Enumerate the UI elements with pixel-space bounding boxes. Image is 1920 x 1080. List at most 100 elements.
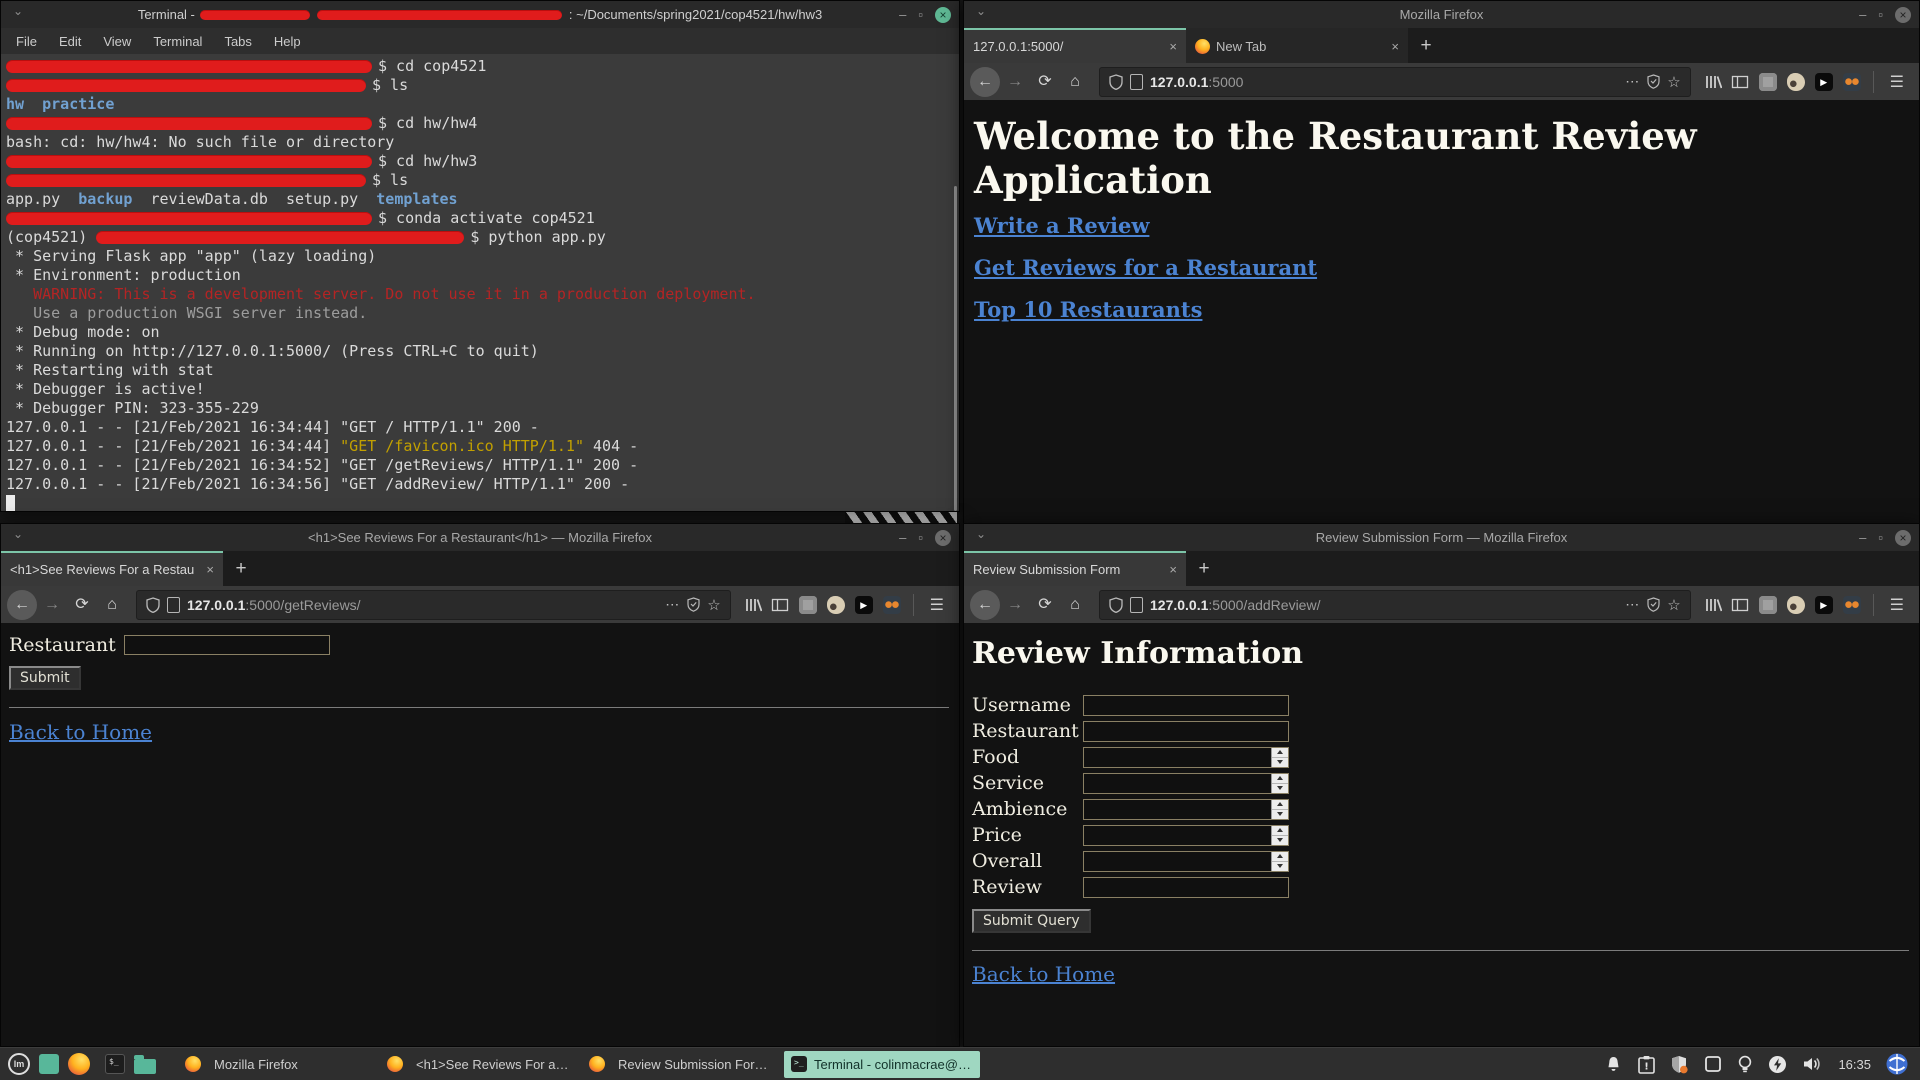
minimize-button[interactable]: – [899, 8, 906, 21]
field-input-food[interactable] [1083, 747, 1289, 768]
files-launcher[interactable] [134, 1059, 156, 1074]
reload-button[interactable]: ⟳ [67, 591, 97, 619]
minimize-button[interactable]: – [1859, 531, 1866, 544]
extension-play-icon[interactable]: ▶ [855, 596, 873, 614]
update-manager-icon[interactable]: ! [1638, 1055, 1655, 1074]
extension-goggles-icon[interactable] [1843, 73, 1861, 91]
restaurant-input[interactable] [124, 635, 330, 655]
close-button[interactable]: × [1895, 530, 1911, 546]
menu-item-edit[interactable]: Edit [48, 34, 92, 49]
forward-button[interactable]: → [1000, 591, 1030, 619]
sidebars-icon[interactable] [767, 597, 794, 613]
bookmark-star-icon[interactable]: ☆ [1667, 73, 1680, 91]
page-actions-icon[interactable]: ⋯ [1625, 596, 1640, 613]
extension-play-icon[interactable]: ▶ [1815, 73, 1833, 91]
url-bar[interactable]: 127.0.0.1:5000/addReview/ ⋯ ☆ [1099, 590, 1691, 620]
field-input-ambience[interactable] [1083, 799, 1289, 820]
write-review-link[interactable]: Write a Review [974, 214, 1149, 238]
reload-button[interactable]: ⟳ [1030, 591, 1060, 619]
brightness-bulb-icon[interactable] [1737, 1055, 1753, 1074]
spinner-up-icon[interactable] [1272, 852, 1288, 862]
tab-get-reviews[interactable]: <h1>See Reviews For a Restau × [1, 551, 223, 586]
field-input-username[interactable] [1083, 695, 1289, 716]
spinner-down-icon[interactable] [1272, 758, 1288, 767]
url-bar[interactable]: 127.0.0.1:5000/getReviews/ ⋯ ☆ [136, 590, 731, 620]
extension-screenshot-icon[interactable] [799, 596, 817, 614]
forward-button[interactable]: → [37, 591, 67, 619]
spinner-up-icon[interactable] [1272, 774, 1288, 784]
volume-icon[interactable] [1802, 1055, 1823, 1073]
field-input-overall[interactable] [1083, 851, 1289, 872]
permissions-shield-icon[interactable] [687, 597, 700, 612]
taskbar-window-terminal[interactable]: >_Terminal - colinmacrae@c... [784, 1051, 980, 1078]
tracking-protection-shield-icon[interactable] [146, 597, 160, 613]
taskbar-window-firefox[interactable]: <h1>See Reviews For a Re... [380, 1051, 576, 1078]
spinner-up-icon[interactable] [1272, 748, 1288, 758]
show-desktop-button[interactable] [39, 1054, 59, 1074]
firewall-shield-icon[interactable] [1670, 1055, 1689, 1074]
menu-button[interactable]: ☰ [1890, 72, 1904, 92]
mint-badge-icon[interactable] [1886, 1053, 1908, 1075]
maximize-button[interactable]: ▫ [918, 8, 923, 21]
home-button[interactable]: ⌂ [1060, 68, 1090, 96]
minimize-button[interactable]: – [899, 531, 906, 544]
terminal-scrollbar[interactable] [954, 186, 957, 511]
page-actions-icon[interactable]: ⋯ [1625, 73, 1640, 90]
menu-item-view[interactable]: View [92, 34, 142, 49]
taskbar-window-firefox[interactable]: Mozilla Firefox [178, 1051, 374, 1078]
extension-shoe-icon[interactable] [1787, 73, 1805, 91]
spinner-down-icon[interactable] [1272, 836, 1288, 845]
home-button[interactable]: ⌂ [97, 591, 127, 619]
tab-close-icon[interactable]: × [1169, 562, 1177, 577]
bookmark-star-icon[interactable]: ☆ [1667, 596, 1680, 614]
home-button[interactable]: ⌂ [1060, 591, 1090, 619]
tab-home-page[interactable]: 127.0.0.1:5000/ × [964, 28, 1186, 63]
tab-review-form[interactable]: Review Submission Form × [964, 551, 1186, 586]
extension-play-icon[interactable]: ▶ [1815, 596, 1833, 614]
extension-shoe-icon[interactable] [827, 596, 845, 614]
number-spinner[interactable] [1271, 748, 1288, 767]
library-icon[interactable] [740, 597, 767, 613]
tracking-protection-shield-icon[interactable] [1109, 74, 1123, 90]
extension-shoe-icon[interactable] [1787, 596, 1805, 614]
field-input-service[interactable] [1083, 773, 1289, 794]
back-button[interactable]: ← [970, 590, 1000, 620]
close-button[interactable]: × [1895, 7, 1911, 23]
tab-close-icon[interactable]: × [1391, 39, 1399, 54]
extension-goggles-icon[interactable] [883, 596, 901, 614]
top10-link[interactable]: Top 10 Restaurants [974, 298, 1202, 322]
permissions-shield-icon[interactable] [1647, 597, 1660, 612]
number-spinner[interactable] [1271, 852, 1288, 871]
back-to-home-link[interactable]: Back to Home [9, 720, 152, 744]
menu-button[interactable]: ☰ [1890, 595, 1904, 615]
firefox-launcher[interactable] [68, 1053, 90, 1075]
clock[interactable]: 16:35 [1838, 1057, 1871, 1072]
submit-query-button[interactable]: Submit Query [972, 909, 1091, 933]
url-bar[interactable]: 127.0.0.1:5000 ⋯ ☆ [1099, 67, 1691, 97]
back-button[interactable]: ← [970, 67, 1000, 97]
close-button[interactable]: × [935, 530, 951, 546]
back-button[interactable]: ← [7, 590, 37, 620]
menu-item-terminal[interactable]: Terminal [142, 34, 213, 49]
maximize-button[interactable]: ▫ [1878, 531, 1883, 544]
new-tab-button[interactable]: + [1186, 551, 1222, 586]
field-input-review[interactable] [1083, 877, 1289, 898]
display-icon[interactable] [1704, 1055, 1722, 1073]
extension-screenshot-icon[interactable] [1759, 596, 1777, 614]
spinner-up-icon[interactable] [1272, 800, 1288, 810]
permissions-shield-icon[interactable] [1647, 74, 1660, 89]
tab-new-tab[interactable]: New Tab × [1186, 28, 1408, 63]
tab-close-icon[interactable]: × [1169, 39, 1177, 54]
power-icon[interactable] [1768, 1055, 1787, 1074]
submit-button[interactable]: Submit [9, 666, 81, 690]
menu-item-help[interactable]: Help [263, 34, 312, 49]
menu-item-file[interactable]: File [5, 34, 48, 49]
page-actions-icon[interactable]: ⋯ [665, 596, 680, 613]
library-icon[interactable] [1700, 597, 1727, 613]
sidebars-icon[interactable] [1727, 597, 1754, 613]
forward-button[interactable]: → [1000, 68, 1030, 96]
notifications-bell-icon[interactable] [1604, 1055, 1623, 1074]
tab-close-icon[interactable]: × [206, 562, 214, 577]
spinner-down-icon[interactable] [1272, 810, 1288, 819]
number-spinner[interactable] [1271, 800, 1288, 819]
